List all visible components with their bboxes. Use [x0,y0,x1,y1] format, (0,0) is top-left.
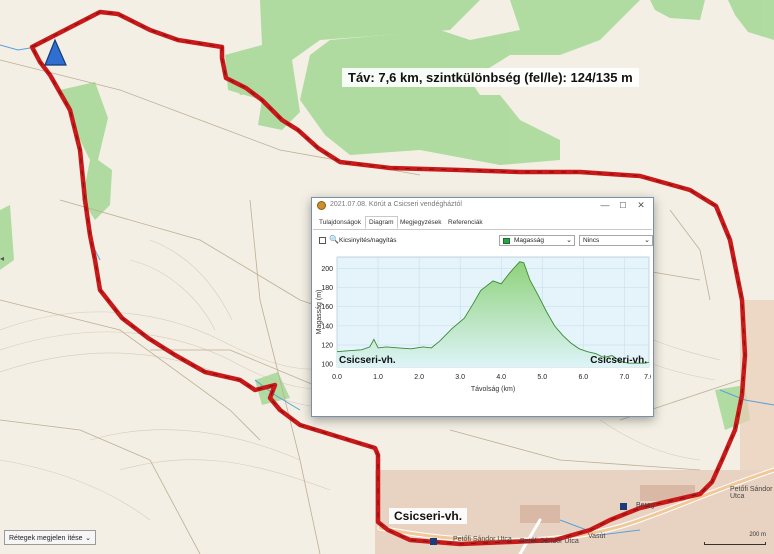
x-tick-label: 0.0 [332,374,342,381]
tab-properties[interactable]: Tulajdonságok [316,217,364,228]
tab-diagram[interactable]: Diagram [365,216,398,229]
zoom-checkbox[interactable] [319,237,326,244]
x-tick-label: 6.0 [578,374,588,381]
series-color-swatch [503,238,510,244]
dialog-tabs: Tulajdonságok Diagram Megjegyzések Refer… [313,216,652,230]
secondary-select-value: Nincs [583,237,600,244]
bus-stop-icon [620,503,627,510]
series-select-value: Magasság [514,237,544,244]
street-label: Bereg [636,502,655,509]
scale-label: 200 m [749,532,766,538]
x-tick-label: 3.0 [455,374,465,381]
end-point-label: Csicseri-vh. [590,355,647,366]
y-tick-label: 200 [321,266,333,273]
street-label: Petőfi Sándor Utca [453,536,512,543]
y-tick-label: 160 [321,304,333,311]
x-tick-label: 5.0 [537,374,547,381]
street-label: Petőfi Sándor Utca [730,486,773,500]
chevron-down-icon: ⌄ [644,237,650,244]
y-tick-label: 180 [321,285,333,292]
elevation-profile-dialog[interactable]: 2021.07.08. Körút a Csicseri vendégháztó… [311,197,654,417]
tab-notes[interactable]: Megjegyzések [397,217,445,228]
route-summary-label: Táv: 7,6 km, szintkülönbség (fel/le): 12… [342,68,639,87]
y-axis-title: Magasság (m) [316,290,323,335]
minimize-button[interactable]: — [597,199,613,212]
bus-stop-icon [430,538,437,545]
layers-dropdown[interactable]: Rétegek megjelen ítése ⌄ [4,530,96,545]
series-select[interactable]: Magasság ⌄ [499,235,575,246]
magnifier-icon: 🔍 [329,235,339,244]
maximize-button[interactable]: ☐ [615,199,631,212]
y-tick-labels: 100 120 140 160 180 200 [321,266,333,369]
dialog-title: 2021.07.08. Körút a Csicseri vendégháztó… [330,201,462,208]
y-tick-label: 120 [321,343,333,350]
trailhead-label: Csicseri-vh. [389,508,468,524]
pan-left-icon[interactable]: ◂ [0,254,4,263]
diagram-toolbar: 🔍 Kicsinyítés/nagyítás Magasság ⌄ Nincs … [317,234,653,248]
close-button[interactable]: ✕ [633,199,649,212]
elevation-chart[interactable]: 100 120 140 160 180 200 0.0 1.0 2.0 3.0 4.0 5.0 6.0… [313,251,651,414]
app-icon [317,201,326,210]
y-tick-label: 140 [321,323,333,330]
x-tick-label: 1.0 [373,374,383,381]
start-point-label: Csicseri-vh. [339,355,396,366]
scale-bar [704,542,766,545]
x-tick-label: 7.6 [644,374,651,381]
x-tick-labels: 0.0 1.0 2.0 3.0 4.0 5.0 6.0 7.0 7.6 [332,374,651,381]
x-tick-label: 7.0 [620,374,630,381]
street-label: Vasút [588,533,606,540]
y-tick-label: 100 [321,362,333,369]
chevron-down-icon: ⌄ [85,535,91,542]
x-tick-label: 2.0 [414,374,424,381]
secondary-series-select[interactable]: Nincs ⌄ [579,235,653,246]
layers-dropdown-label: Rétegek megjelen ítése [9,535,83,542]
chevron-down-icon: ⌄ [566,237,572,244]
street-label: Petőfi Sándor Utca [520,538,579,545]
tab-references[interactable]: Referenciák [445,217,486,228]
zoom-label: Kicsinyítés/nagyítás [339,237,397,244]
x-axis-title: Távolság (km) [471,386,515,393]
x-tick-label: 4.0 [496,374,506,381]
dialog-titlebar[interactable]: 2021.07.08. Körút a Csicseri vendégháztó… [312,198,653,214]
